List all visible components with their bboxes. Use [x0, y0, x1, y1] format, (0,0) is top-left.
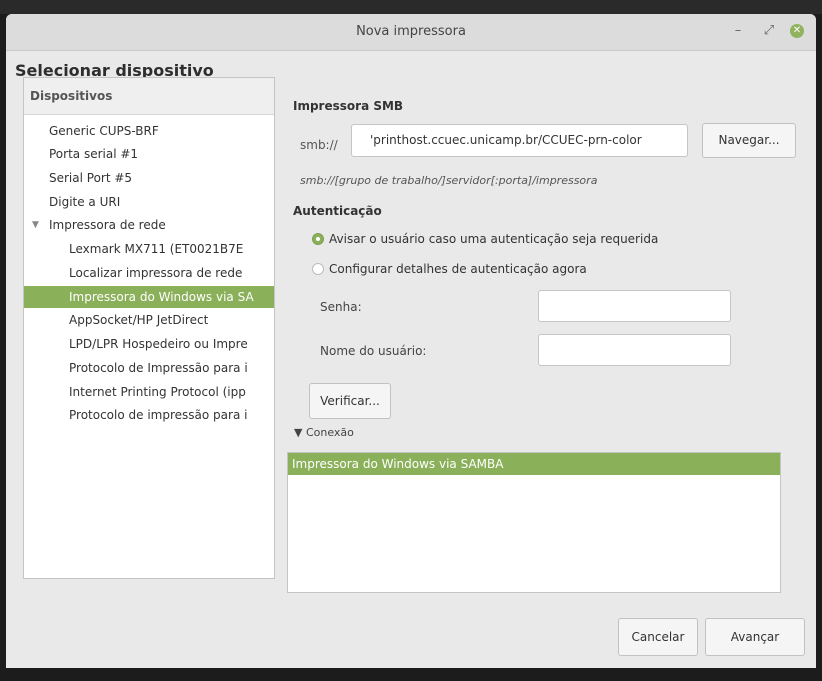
radio-prompt-auth[interactable]	[312, 233, 324, 245]
maximize-icon[interactable]: ⤢	[761, 23, 777, 39]
device-serial-port-1[interactable]: Porta serial #1	[49, 147, 273, 161]
devices-list[interactable]: Dispositivos Generic CUPS-BRF Porta seri…	[23, 77, 275, 579]
connection-toggle[interactable]: ▼ Conexão	[294, 426, 354, 439]
device-protocol-1[interactable]: Protocolo de Impressão para i	[69, 361, 273, 375]
close-icon[interactable]: ✕	[790, 24, 804, 38]
radio-configure-auth-label[interactable]: Configurar detalhes de autenticação agor…	[329, 262, 587, 276]
cancel-button[interactable]: Cancelar	[618, 618, 698, 656]
device-find-network-printer[interactable]: Localizar impressora de rede	[69, 266, 273, 280]
smb-prefix: smb://	[300, 138, 338, 152]
radio-prompt-auth-label[interactable]: Avisar o usuário caso uma autenticação s…	[329, 232, 658, 246]
titlebar: Nova impressora – ⤢ ✕	[6, 14, 816, 51]
browse-button[interactable]: Navegar...	[702, 123, 796, 158]
device-serial-port-5[interactable]: Serial Port #5	[49, 171, 273, 185]
device-windows-samba[interactable]: Impressora do Windows via SA	[24, 286, 274, 308]
desktop-background	[0, 0, 822, 14]
connection-list[interactable]: Impressora do Windows via SAMBA	[287, 452, 781, 593]
device-lpd-lpr[interactable]: LPD/LPR Hospedeiro ou Impre	[69, 337, 273, 351]
device-enter-uri[interactable]: Digite a URI	[49, 195, 273, 209]
expander-down-icon[interactable]: ▼	[32, 220, 39, 230]
smb-title: Impressora SMB	[293, 99, 404, 113]
smb-hint: smb://[grupo de trabalho/]servidor[:port…	[300, 174, 598, 187]
connection-selected-item[interactable]: Impressora do Windows via SAMBA	[288, 453, 780, 475]
device-protocol-2[interactable]: Protocolo de impressão para i	[69, 408, 273, 422]
password-field[interactable]	[538, 290, 731, 322]
verify-button[interactable]: Verificar...	[309, 383, 391, 419]
device-appsocket[interactable]: AppSocket/HP JetDirect	[69, 313, 273, 327]
auth-title: Autenticação	[293, 204, 382, 218]
devices-header: Dispositivos	[24, 78, 274, 115]
window-title: Nova impressora	[356, 24, 466, 39]
username-label: Nome do usuário:	[320, 344, 427, 358]
minimize-icon[interactable]: –	[730, 23, 746, 39]
device-generic-cups-brf[interactable]: Generic CUPS-BRF	[49, 124, 273, 138]
next-button[interactable]: Avançar	[705, 618, 805, 656]
password-label: Senha:	[320, 300, 362, 314]
radio-configure-auth[interactable]	[312, 263, 324, 275]
device-lexmark[interactable]: Lexmark MX711 (ET0021B7E	[69, 242, 273, 256]
smb-uri-input[interactable]: 'printhost.ccuec.unicamp.br/CCUEC-prn-co…	[351, 124, 688, 157]
username-field[interactable]	[538, 334, 731, 366]
device-ipp[interactable]: Internet Printing Protocol (ipp	[69, 385, 273, 399]
device-network-printer[interactable]: Impressora de rede	[49, 218, 273, 232]
